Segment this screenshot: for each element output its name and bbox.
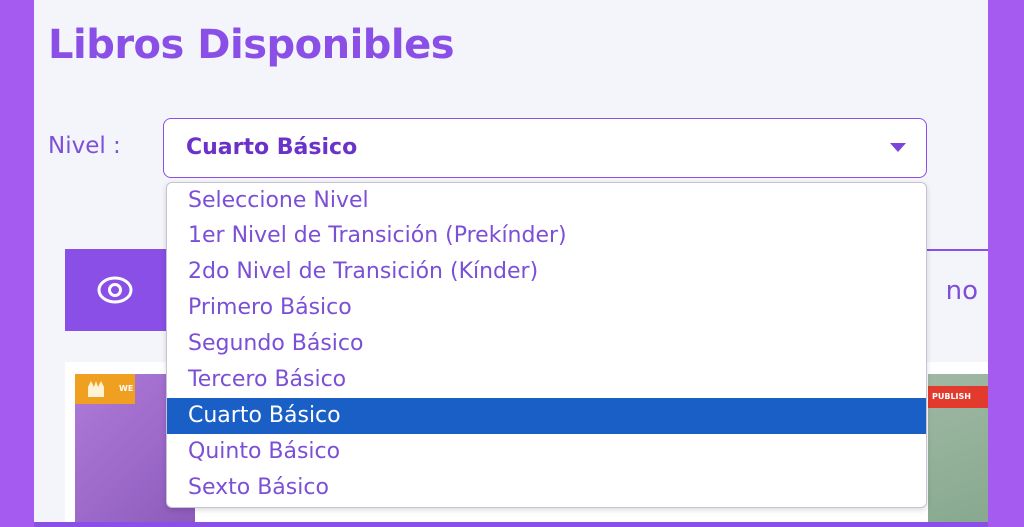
option-item[interactable]: Seleccione Nivel [167, 183, 926, 218]
publisher-badge: PUBLISH [928, 386, 988, 408]
nivel-label: Nivel : [48, 133, 121, 159]
option-item[interactable]: Tercero Básico [167, 362, 926, 398]
tab-view[interactable] [65, 249, 175, 331]
book-card[interactable]: PUBLISH [928, 374, 988, 527]
chevron-down-icon [890, 143, 906, 152]
option-item[interactable]: Segundo Básico [167, 326, 926, 362]
option-item[interactable]: Sexto Básico [167, 470, 926, 506]
badge-text: WE [119, 384, 134, 393]
publisher-badge: WE [75, 374, 135, 404]
nivel-dropdown-list[interactable]: Seleccione Nivel 1er Nivel de Transición… [166, 182, 927, 508]
divider [34, 522, 988, 527]
eye-icon [97, 276, 133, 304]
tab-label-partial[interactable]: no [946, 276, 978, 306]
crown-icon [88, 381, 104, 397]
option-item[interactable]: Primero Básico [167, 290, 926, 326]
option-item[interactable]: Quinto Básico [167, 434, 926, 470]
page-title: Libros Disponibles [48, 22, 455, 68]
nivel-select-value: Cuarto Básico [186, 135, 358, 160]
option-item[interactable]: 1er Nivel de Transición (Prekínder) [167, 218, 926, 254]
nivel-select[interactable]: Cuarto Básico [163, 118, 927, 178]
option-item-selected[interactable]: Cuarto Básico [167, 398, 926, 434]
option-item[interactable]: 2do Nivel de Transición (Kínder) [167, 254, 926, 290]
